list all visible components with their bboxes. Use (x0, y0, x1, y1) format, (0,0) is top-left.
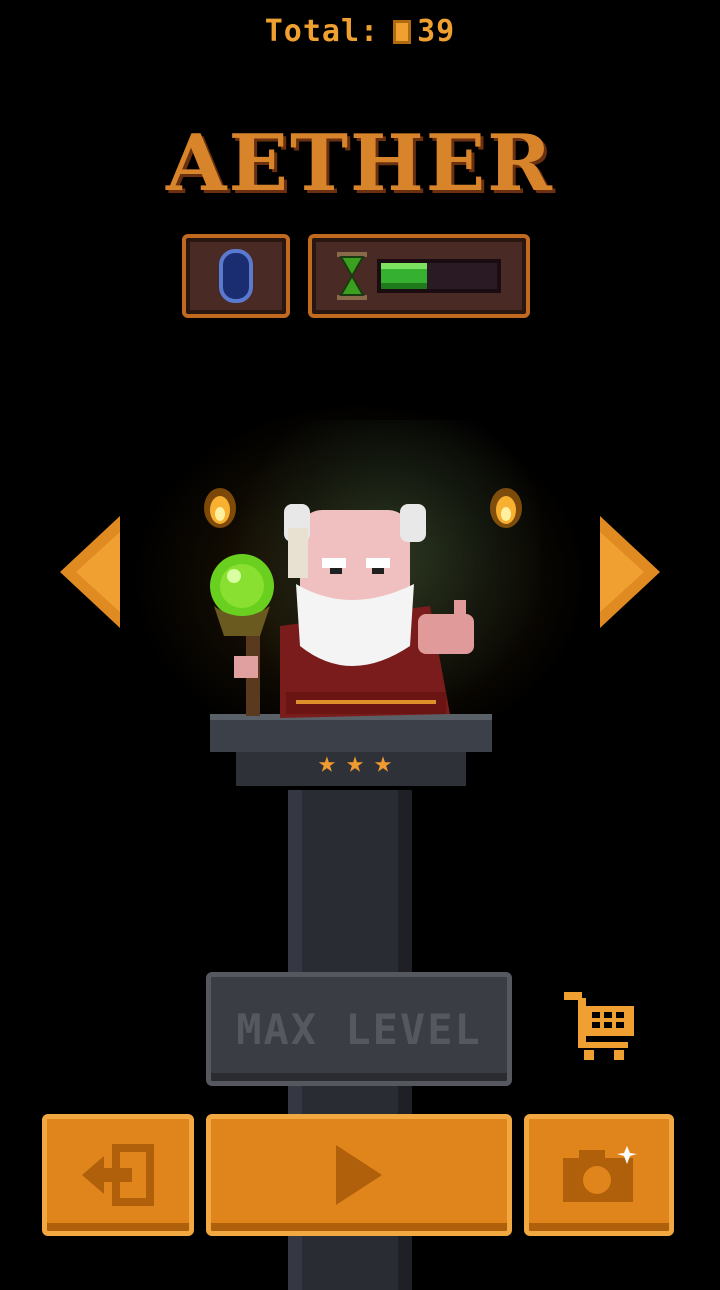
hourglass-icon (337, 252, 367, 300)
arrow-right-icon[interactable] (600, 516, 660, 628)
total-value: 39 (417, 14, 456, 49)
camera-icon (563, 1146, 637, 1202)
torch-right-icon (490, 488, 522, 528)
coin-icon (393, 19, 412, 44)
total-label: Total: (264, 14, 380, 49)
star-icon: ★ (345, 745, 365, 780)
total-coins: Total: 39 (0, 14, 720, 49)
exit-icon (82, 1144, 154, 1206)
exit-button[interactable] (42, 1114, 194, 1236)
timer-bar-fill (381, 263, 428, 289)
arrow-left-icon[interactable] (60, 516, 120, 628)
camera-button[interactable] (524, 1114, 674, 1236)
play-icon (336, 1145, 382, 1205)
star-icon: ★ (317, 745, 336, 780)
star-icon: ★ (374, 745, 393, 780)
play-button[interactable] (206, 1114, 512, 1236)
timer-bar (377, 259, 501, 293)
max-level-label: MAX LEVEL (236, 1004, 482, 1054)
game-logo: AETHER (166, 118, 554, 209)
star-rating: ★ ★ ★ (290, 746, 420, 780)
timer-panel (308, 234, 530, 318)
gem-panel (182, 234, 290, 318)
wizard-character[interactable] (200, 496, 490, 726)
max-level-button[interactable]: MAX LEVEL (206, 972, 512, 1086)
cart-icon[interactable] (564, 992, 636, 1062)
blue-gem-icon (219, 249, 253, 303)
